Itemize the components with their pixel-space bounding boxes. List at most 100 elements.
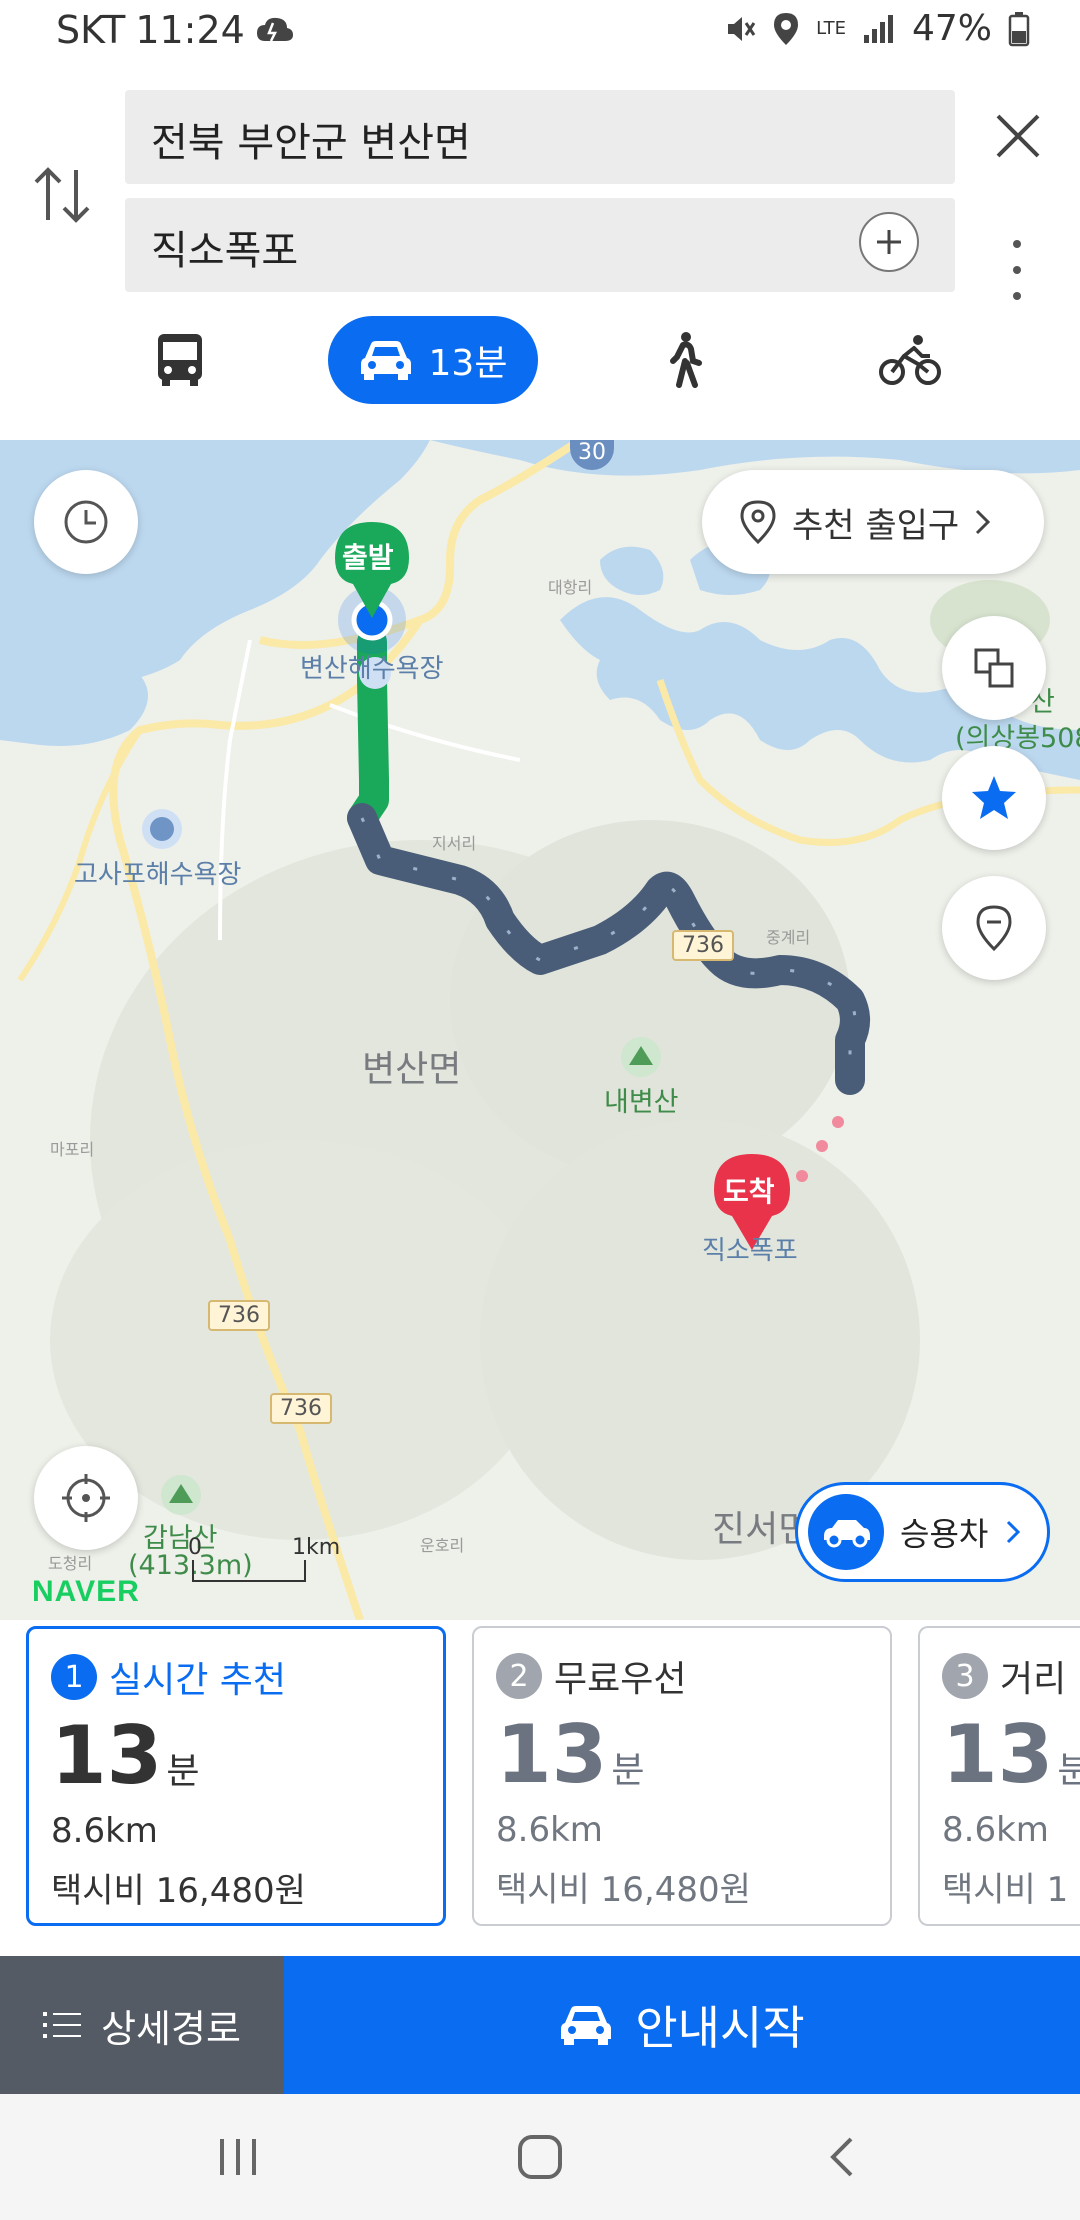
route-card-header: 1 실시간 추천	[51, 1651, 286, 1703]
vehicle-type-button[interactable]: 승용차	[795, 1482, 1050, 1582]
recommended-entrance-button[interactable]: 추천 출입구	[702, 470, 1044, 574]
carrier: SKT	[56, 8, 126, 52]
system-nav-bar	[0, 2094, 1080, 2220]
tab-walk[interactable]	[640, 316, 730, 404]
map-label-village2: 지서리	[432, 834, 477, 853]
route-fare: 택시비 16,480원	[496, 1870, 751, 1910]
route-number: 1	[51, 1654, 97, 1700]
route-detail-label: 상세경로	[101, 2006, 241, 2051]
location-icon	[774, 12, 799, 45]
add-waypoint-button[interactable]	[859, 212, 919, 272]
route-distance: 8.6km	[51, 1811, 158, 1851]
tab-bike[interactable]	[860, 316, 960, 404]
route-card-header: 2 무료우선	[496, 1650, 686, 1702]
plus-icon	[877, 230, 901, 254]
back-button[interactable]	[802, 2124, 882, 2190]
entrance-label: 추천 출입구	[792, 505, 960, 546]
map-label-village6: 도청리	[48, 1554, 93, 1573]
scale-label: 1km	[292, 1535, 341, 1560]
route-distance: 8.6km	[496, 1810, 603, 1850]
home-button[interactable]	[500, 2124, 580, 2190]
clock-icon	[64, 500, 108, 544]
end-marker-label: 도착	[723, 1175, 775, 1208]
map-label-village3: 중계리	[766, 928, 811, 947]
clock: 11:24	[135, 8, 245, 52]
route-name: 무료우선	[554, 1659, 687, 1700]
list-icon	[43, 2012, 82, 2038]
close-icon[interactable]	[990, 108, 1046, 164]
vehicle-car-badge	[808, 1494, 884, 1570]
tab-transit[interactable]	[135, 316, 225, 404]
map-label-village4: 마포리	[50, 1140, 95, 1159]
route-card[interactable]: 3 거리 13 분 8.6km 택시비 1	[918, 1626, 1080, 1926]
car-icon	[561, 2006, 612, 2045]
road-736-b: 736	[208, 1300, 270, 1331]
walk-icon	[670, 332, 702, 388]
layers-icon	[974, 648, 1014, 688]
route-card[interactable]: 2 무료우선 13 분 8.6km 택시비 16,480원	[472, 1626, 892, 1926]
more-options-icon[interactable]	[1000, 230, 1034, 310]
route-time-unit: 분	[1057, 1750, 1080, 1791]
crosshair-icon	[62, 1474, 110, 1522]
route-search-panel: 전북 부안군 변산면 직소폭포 13분	[0, 70, 1080, 441]
route-distance: 8.6km	[942, 1810, 1049, 1850]
map-view[interactable]: 출발 도착 변산해수욕장 직소폭포 고사포해수욕장 변산면 내변산 갑남산 (4…	[0, 440, 1080, 1620]
chevron-right-icon	[976, 509, 991, 535]
status-right: LTE 47%	[722, 8, 1030, 49]
layers-button[interactable]	[942, 616, 1046, 720]
road-736-c: 736	[270, 1393, 332, 1424]
start-navigation-button[interactable]: 안내시작	[284, 1956, 1080, 2094]
naver-logo: NAVER	[32, 1575, 140, 1608]
car-side-icon	[824, 1520, 870, 1548]
pin-minus-icon	[976, 905, 1012, 952]
destination-text: 직소폭포	[151, 228, 299, 274]
recent-apps-button[interactable]	[198, 2124, 278, 2190]
map-label-mountain: 내변산	[604, 1087, 679, 1118]
route-options: 1 실시간 추천 13 분 8.6km 택시비 16,480원 2 무료우선 1…	[0, 1620, 1080, 1956]
map-base	[0, 440, 1080, 1620]
car-duration: 13분	[428, 343, 508, 384]
recent-apps-icon	[220, 2139, 256, 2175]
origin-field[interactable]: 전북 부안군 변산면	[125, 90, 955, 184]
network-type: LTE	[816, 18, 846, 39]
my-location-button[interactable]	[34, 1446, 138, 1550]
route-number: 3	[942, 1653, 988, 1699]
route-name: 거리	[1000, 1659, 1067, 1700]
vehicle-type-label: 승용차	[900, 1515, 989, 1553]
route-time: 13 분	[496, 1708, 644, 1801]
route-card-header: 3 거리	[942, 1650, 1066, 1702]
map-label-end-place: 직소폭포	[702, 1236, 798, 1266]
map-scale-bar	[192, 1560, 306, 1582]
route-time-value: 13	[942, 1708, 1054, 1801]
route-time: 13 분	[51, 1709, 199, 1802]
route-detail-button[interactable]: 상세경로	[0, 1956, 284, 2094]
map-label-village1: 대항리	[548, 578, 593, 597]
battery-icon	[1008, 11, 1030, 46]
pin-outline-icon	[740, 500, 776, 545]
favorites-button[interactable]	[942, 746, 1046, 850]
route-time-unit: 분	[611, 1750, 645, 1791]
route-card[interactable]: 1 실시간 추천 13 분 8.6km 택시비 16,480원	[26, 1626, 446, 1926]
chevron-right-icon	[1007, 1520, 1021, 1544]
mute-icon	[728, 16, 756, 41]
start-marker-label: 출발	[342, 541, 394, 574]
map-label-start-place: 변산해수욕장	[300, 654, 444, 684]
route-fare: 택시비 16,480원	[51, 1871, 306, 1911]
tab-car[interactable]: 13분	[328, 316, 538, 404]
bike-icon	[879, 335, 941, 385]
pin-location-button[interactable]	[942, 876, 1046, 980]
swap-icon[interactable]	[30, 160, 94, 230]
map-label-beach: 고사포해수욕장	[74, 860, 242, 890]
destination-field[interactable]: 직소폭포	[125, 198, 955, 292]
battery-percent: 47%	[911, 8, 992, 49]
start-navigation-label: 안내시작	[635, 2001, 805, 2055]
car-icon	[360, 341, 411, 380]
star-icon	[972, 776, 1016, 819]
bus-icon	[158, 334, 202, 386]
route-number: 2	[496, 1653, 542, 1699]
history-button[interactable]	[34, 470, 138, 574]
route-time-value: 13	[496, 1708, 608, 1801]
route-time-value: 13	[51, 1709, 163, 1802]
map-label-area: 변산면	[362, 1049, 462, 1090]
signal-icon	[863, 14, 893, 43]
